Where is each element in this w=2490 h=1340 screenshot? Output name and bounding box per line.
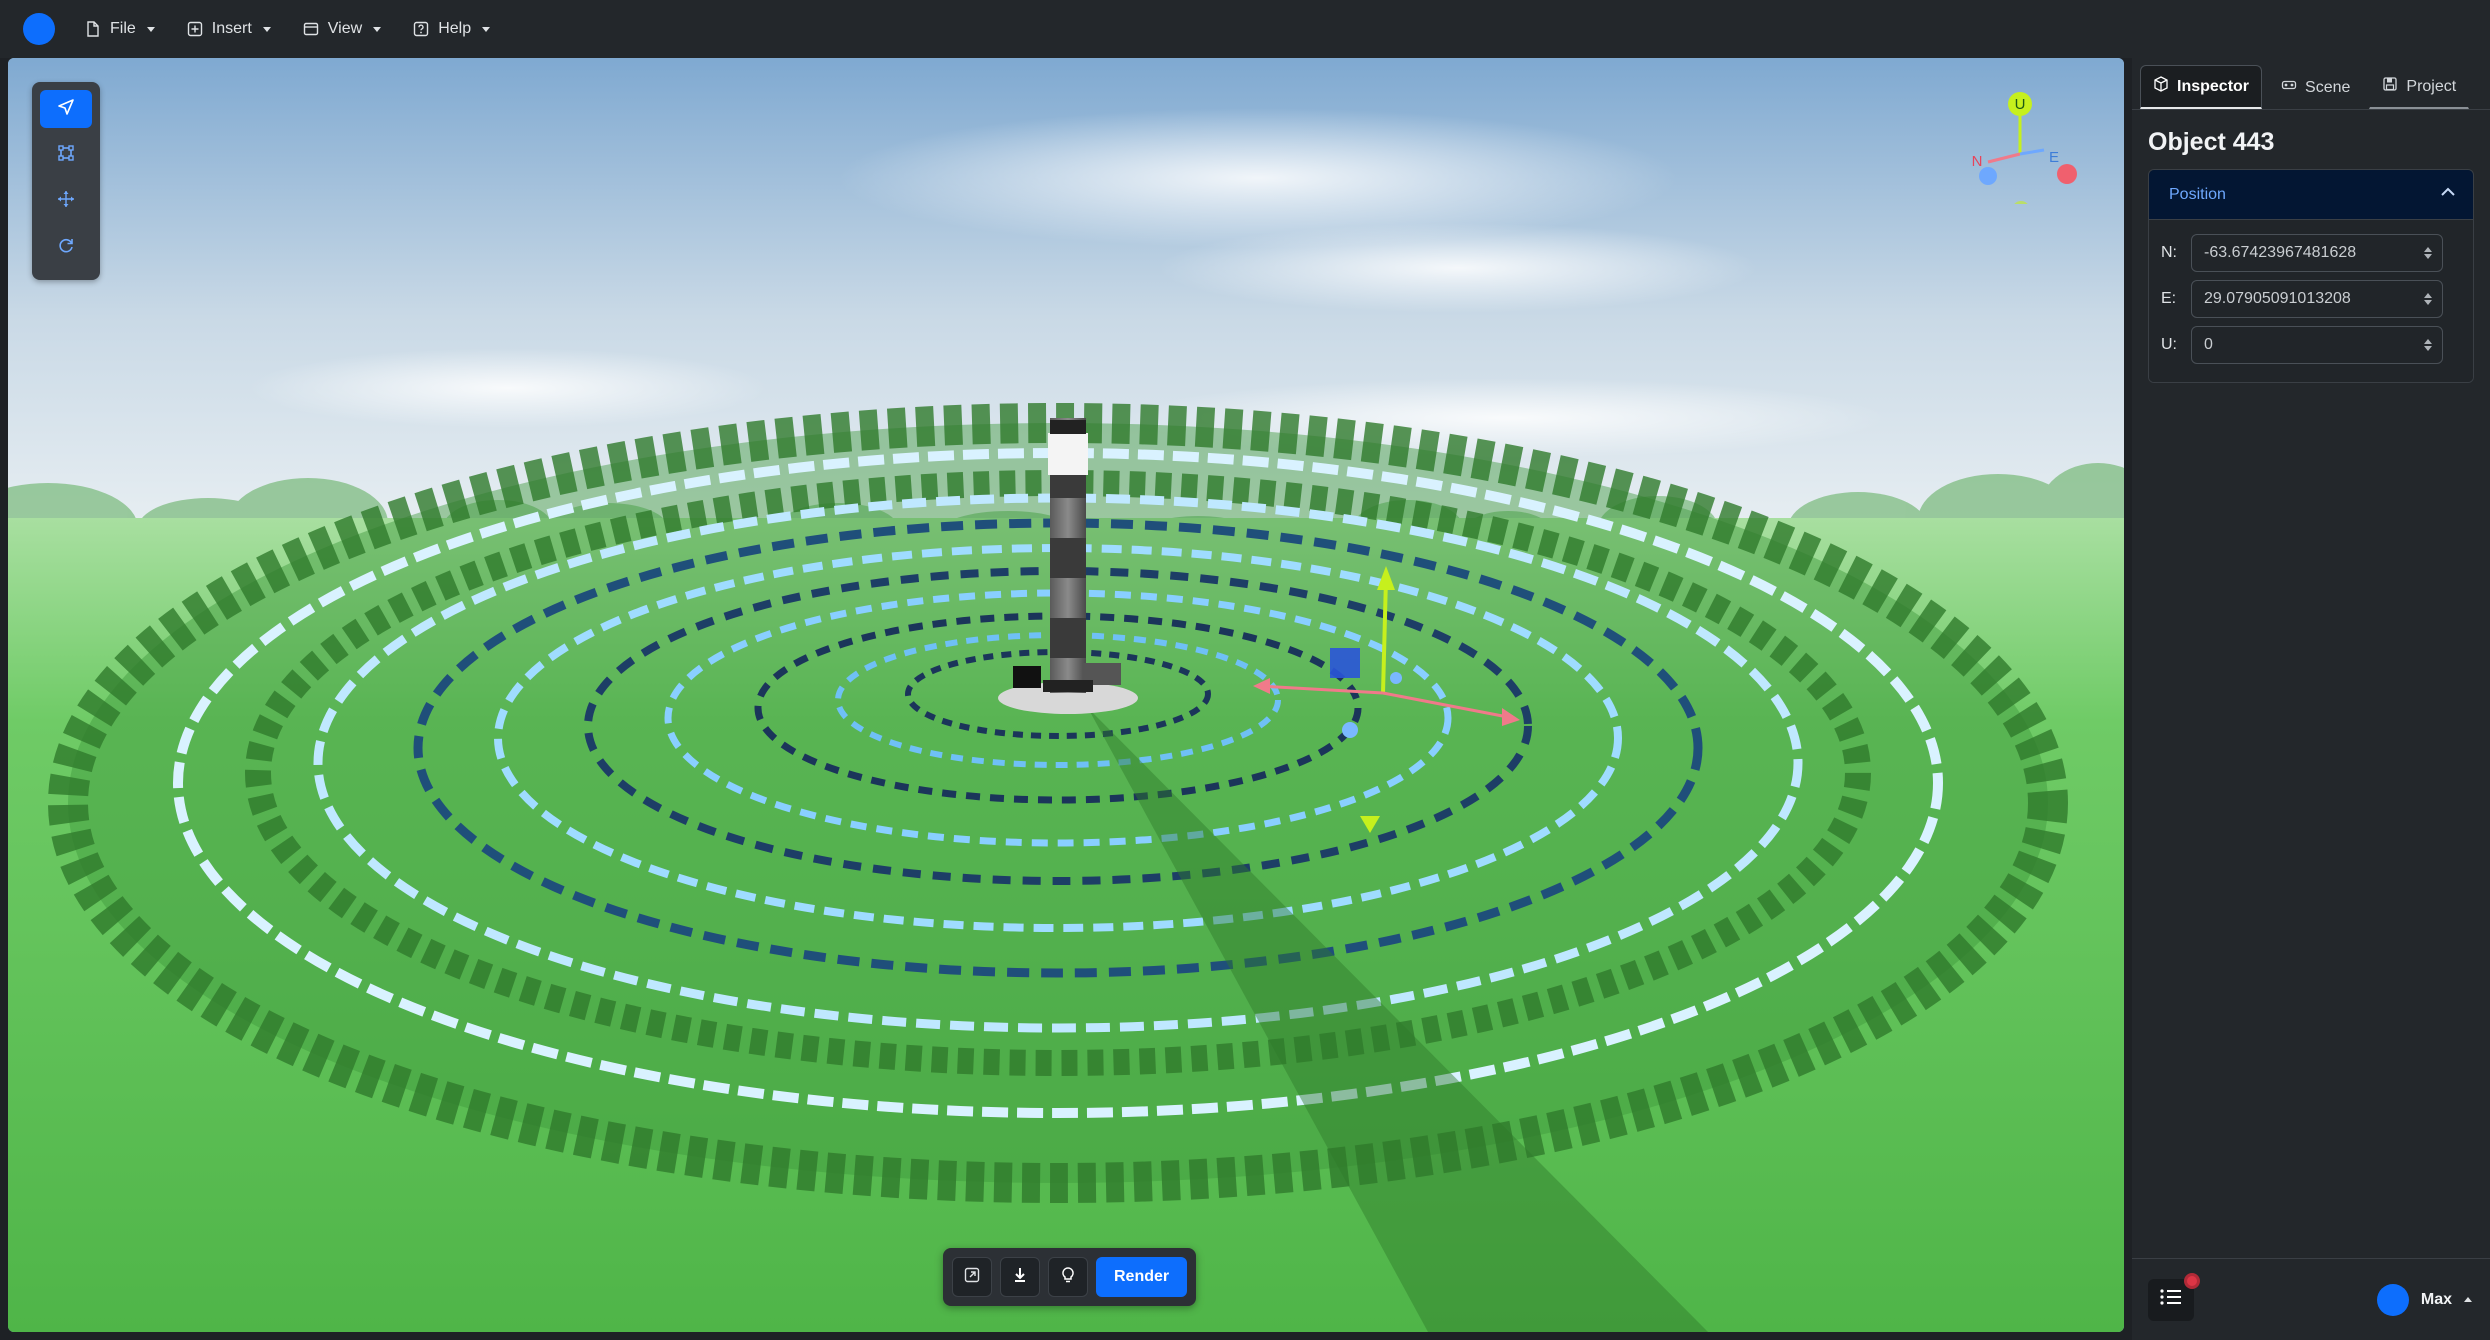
render-button[interactable]: Render xyxy=(1096,1257,1188,1297)
notification-badge xyxy=(2184,1272,2200,1289)
task-list-button[interactable] xyxy=(2148,1272,2200,1321)
list-icon xyxy=(2159,1287,2183,1312)
box-select-tool-button[interactable] xyxy=(40,136,92,174)
inspector-panel: Inspector Scene Project Object 443 Posit… xyxy=(2132,58,2490,1340)
cloud xyxy=(248,348,768,428)
menu-help[interactable]: Help xyxy=(413,11,491,47)
rotate-tool-button[interactable] xyxy=(40,228,92,266)
menu-view[interactable]: View xyxy=(303,11,382,47)
tab-inspector-label: Inspector xyxy=(2177,77,2250,95)
user-menu[interactable]: Max xyxy=(2376,1283,2472,1316)
north-label: N: xyxy=(2161,244,2177,261)
caret-down-icon xyxy=(262,26,271,32)
chevron-up-icon xyxy=(2439,183,2457,206)
app-logo[interactable] xyxy=(23,13,55,45)
menu-file-label: File xyxy=(110,20,136,37)
rotate-icon xyxy=(57,236,75,259)
tab-project-label: Project xyxy=(2406,77,2457,95)
move-arrows-icon xyxy=(57,190,75,213)
up-input[interactable]: 0 xyxy=(2191,326,2443,364)
position-accordion-header[interactable]: Position xyxy=(2149,170,2473,220)
up-label: U: xyxy=(2161,336,2177,353)
tab-scene[interactable]: Scene xyxy=(2268,65,2363,109)
menu-help-label: Help xyxy=(438,20,472,37)
tab-inspector[interactable]: Inspector xyxy=(2140,65,2263,109)
up-value: 0 xyxy=(2204,336,2213,353)
tool-palette xyxy=(32,82,100,280)
east-label: E: xyxy=(2161,290,2177,307)
position-north-row: N: -63.67423967481628 xyxy=(2161,230,2461,276)
object-title: Object 443 xyxy=(2148,128,2275,156)
plus-square-icon xyxy=(187,21,203,37)
menu-file[interactable]: File xyxy=(85,11,155,47)
tab-scene-label: Scene xyxy=(2305,78,2351,96)
compass-up-label: U xyxy=(2015,96,2026,113)
menu-insert-label: Insert xyxy=(211,20,252,37)
position-east-row: E: 29.07905091013208 xyxy=(2161,276,2461,322)
number-stepper-icon[interactable] xyxy=(2424,293,2432,305)
caret-up-icon xyxy=(2464,1297,2472,1302)
orientation-compass[interactable]: U N E xyxy=(1960,64,2080,204)
question-square-icon xyxy=(413,21,429,37)
select-tool-button[interactable] xyxy=(40,90,92,128)
download-icon xyxy=(1011,1266,1029,1289)
download-button[interactable] xyxy=(1000,1257,1040,1297)
position-section-label: Position xyxy=(2169,185,2226,203)
tab-project[interactable]: Project xyxy=(2369,65,2470,109)
3d-viewport[interactable]: U N E Render xyxy=(8,58,2124,1332)
avatar xyxy=(2376,1283,2409,1316)
lighting-button[interactable] xyxy=(1048,1257,1088,1297)
east-input[interactable]: 29.07905091013208 xyxy=(2191,280,2443,318)
bounding-box-icon xyxy=(57,144,75,167)
position-fields: N: -63.67423967481628 E: 29.079050910132… xyxy=(2149,220,2473,382)
move-tool-button[interactable] xyxy=(40,182,92,220)
lightbulb-icon xyxy=(1059,1266,1077,1289)
vr-headset-icon xyxy=(2281,77,2297,98)
export-button[interactable] xyxy=(952,1257,992,1297)
window-icon xyxy=(303,21,319,37)
east-value: 29.07905091013208 xyxy=(2204,290,2351,307)
compass-north-label: N xyxy=(1972,153,1983,170)
caret-down-icon xyxy=(146,26,155,32)
menu-insert[interactable]: Insert xyxy=(187,11,271,47)
panel-footer: Max xyxy=(2132,1258,2490,1340)
number-stepper-icon[interactable] xyxy=(2424,247,2432,259)
caret-down-icon xyxy=(373,26,382,32)
panel-tabs: Inspector Scene Project xyxy=(2132,58,2490,110)
north-input[interactable]: -63.67423967481628 xyxy=(2191,234,2443,272)
menu-bar: File Insert View Help xyxy=(0,0,2490,58)
position-accordion: Position N: -63.67423967481628 E: 29.079… xyxy=(2148,169,2474,383)
file-icon xyxy=(85,21,101,37)
heliostat-field-scene xyxy=(8,58,2124,1332)
select-pointer-icon xyxy=(57,98,75,121)
position-up-row: U: 0 xyxy=(2161,322,2461,368)
save-icon xyxy=(2382,76,2398,97)
menu-view-label: View xyxy=(327,20,363,37)
north-value: -63.67423967481628 xyxy=(2204,244,2357,261)
box-icon xyxy=(2153,76,2169,97)
compass-east-label: E xyxy=(2049,149,2059,166)
user-name: Max xyxy=(2420,1290,2452,1308)
number-stepper-icon[interactable] xyxy=(2424,339,2432,351)
cloud xyxy=(1158,223,1758,313)
export-icon xyxy=(963,1266,981,1289)
render-toolbar: Render xyxy=(943,1248,1197,1306)
caret-down-icon xyxy=(482,26,491,32)
